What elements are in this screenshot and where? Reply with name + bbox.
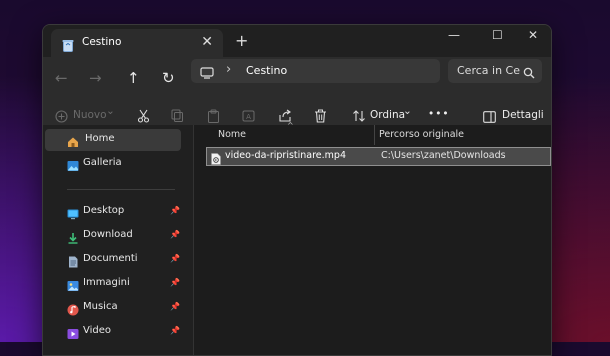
- pin-icon[interactable]: 📌: [170, 278, 180, 287]
- sidebar-item-immagini[interactable]: Immagini 📌: [43, 273, 181, 295]
- svg-text:A: A: [246, 113, 251, 121]
- sidebar-item-label: Home: [85, 133, 115, 144]
- recycle-bin-icon: [62, 37, 74, 56]
- sidebar-divider: [67, 189, 175, 190]
- back-arrow-icon[interactable]: ←: [55, 69, 68, 87]
- pin-icon[interactable]: 📌: [170, 326, 180, 335]
- new-button[interactable]: Nuovo: [73, 109, 107, 121]
- sidebar-item-label: Musica: [83, 301, 118, 312]
- video-icon: [67, 325, 79, 344]
- file-row[interactable]: video-da-ripristinare.mp4 C:\Users\zanet…: [206, 147, 551, 166]
- details-button[interactable]: Dettagli: [502, 109, 544, 121]
- gallery-icon: [67, 157, 79, 176]
- title-bar: Cestino ✕ + — ☐ ✕: [43, 25, 551, 57]
- pin-icon[interactable]: 📌: [170, 206, 180, 215]
- search-icon: [523, 64, 535, 83]
- file-original-path: C:\Users\zanet\Downloads: [381, 150, 506, 161]
- address-bar[interactable]: › Cestino: [191, 59, 440, 83]
- tab-title: Cestino: [82, 36, 122, 48]
- breadcrumb-cestino[interactable]: Cestino: [246, 64, 287, 77]
- pictures-icon: [67, 277, 79, 296]
- maximize-button[interactable]: ☐: [492, 28, 503, 42]
- file-name: video-da-ripristinare.mp4: [225, 150, 346, 161]
- sidebar-item-label: Video: [83, 325, 112, 336]
- sidebar-item-label: Desktop: [83, 205, 125, 216]
- sidebar-item-video[interactable]: Video 📌: [43, 321, 181, 343]
- column-divider[interactable]: [374, 125, 375, 145]
- search-placeholder: Cerca in Ce: [457, 64, 520, 77]
- download-icon: [67, 229, 79, 248]
- sidebar-item-galleria[interactable]: Galleria: [43, 153, 181, 175]
- sidebar-item-documenti[interactable]: Documenti 📌: [43, 249, 181, 271]
- computer-icon: [200, 64, 214, 83]
- new-chevron-icon: ⌄: [106, 105, 115, 117]
- close-window-button[interactable]: ✕: [528, 28, 538, 42]
- sidebar-item-desktop[interactable]: Desktop 📌: [43, 201, 181, 223]
- more-options-button[interactable]: •••: [428, 108, 450, 120]
- music-icon: [67, 301, 79, 320]
- navigation-pane: Home Galleria Desktop 📌 Download 📌 Docum…: [43, 125, 194, 355]
- pin-icon[interactable]: 📌: [170, 254, 180, 263]
- sort-chevron-icon: ⌄: [403, 105, 412, 117]
- pin-icon[interactable]: 📌: [170, 302, 180, 311]
- sidebar-item-label: Download: [83, 229, 133, 240]
- minimize-button[interactable]: —: [448, 28, 460, 42]
- breadcrumb-separator: ›: [226, 62, 232, 77]
- sidebar-item-label: Galleria: [83, 157, 122, 168]
- column-header-name[interactable]: Nome: [218, 129, 246, 140]
- desktop-icon: [67, 205, 79, 224]
- sidebar-item-label: Documenti: [83, 253, 138, 264]
- search-box[interactable]: Cerca in Ce: [448, 59, 542, 83]
- navigation-bar: ← → ↑ ↻ › Cestino Cerca in Ce: [43, 57, 551, 100]
- file-list: ^ Nome Percorso originale video-da-ripri…: [194, 121, 551, 355]
- sidebar-item-label: Immagini: [83, 277, 130, 288]
- documents-icon: [67, 253, 79, 272]
- file-explorer-window: Cestino ✕ + — ☐ ✕ ← → ↑ ↻ › Cestino Cerc…: [42, 24, 552, 356]
- refresh-icon[interactable]: ↻: [162, 69, 175, 87]
- sidebar-item-musica[interactable]: Musica 📌: [43, 297, 181, 319]
- forward-arrow-icon[interactable]: →: [89, 69, 102, 87]
- new-tab-button[interactable]: +: [235, 31, 248, 50]
- sort-indicator-icon: ^: [287, 121, 294, 130]
- column-header-original-path[interactable]: Percorso originale: [379, 129, 464, 140]
- pin-icon[interactable]: 📌: [170, 230, 180, 239]
- video-file-icon: [211, 150, 221, 169]
- sidebar-item-home[interactable]: Home: [45, 129, 181, 151]
- sidebar-item-download[interactable]: Download 📌: [43, 225, 181, 247]
- up-arrow-icon[interactable]: ↑: [127, 69, 140, 87]
- close-tab-icon[interactable]: ✕: [201, 34, 213, 50]
- home-icon: [67, 133, 79, 152]
- sort-button[interactable]: Ordina: [370, 109, 405, 121]
- tab-cestino[interactable]: Cestino ✕: [51, 29, 223, 57]
